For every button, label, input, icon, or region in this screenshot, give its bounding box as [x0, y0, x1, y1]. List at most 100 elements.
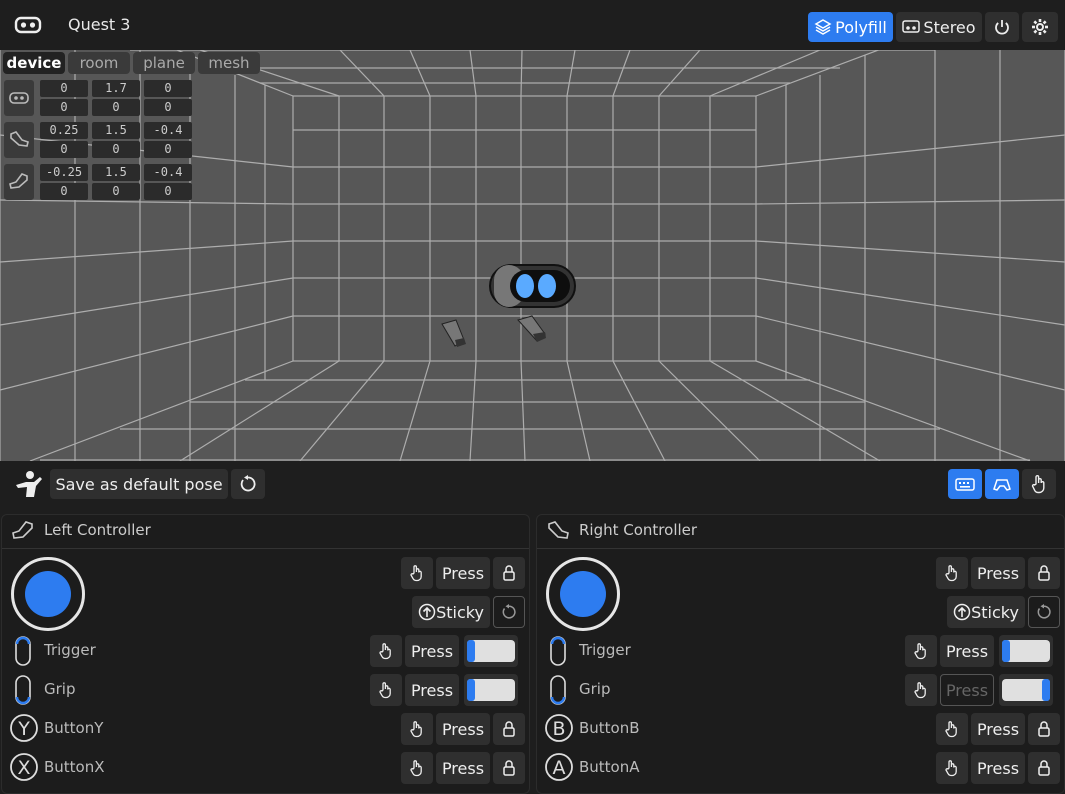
touch-button[interactable]	[401, 557, 433, 589]
press-button[interactable]: Press	[436, 557, 490, 589]
keyboard-mode-button[interactable]	[948, 469, 982, 499]
pose-value[interactable]: 0	[144, 99, 192, 116]
panel-header: Left Controller	[2, 515, 529, 549]
slider-handle[interactable]	[1002, 640, 1010, 662]
press-button[interactable]: Press	[436, 752, 490, 784]
thumbstick[interactable]	[546, 557, 620, 631]
sticky-label: Sticky	[436, 602, 484, 622]
sticky-button[interactable]: Sticky	[412, 596, 490, 628]
lock-button[interactable]	[493, 713, 525, 745]
power-button[interactable]	[985, 12, 1019, 42]
pose-value[interactable]: 0.25	[40, 122, 88, 139]
pose-value[interactable]: -0.4	[144, 164, 192, 181]
left-controller-icon	[12, 521, 33, 539]
pose-value[interactable]: -0.25	[40, 164, 88, 181]
panel-header: Right Controller	[537, 515, 1064, 549]
stereo-icon	[902, 20, 921, 33]
polyfill-button[interactable]: Polyfill	[808, 12, 893, 42]
pose-value[interactable]: 0	[144, 141, 192, 158]
press-button[interactable]: Press	[971, 557, 1025, 589]
lock-button[interactable]	[1028, 713, 1060, 745]
trigger-slider[interactable]	[464, 635, 518, 667]
pose-value[interactable]: 1.7	[92, 80, 140, 97]
headset-icon	[14, 16, 42, 34]
pose-value[interactable]: -0.4	[144, 122, 192, 139]
touch-button[interactable]	[936, 752, 968, 784]
stereo-button[interactable]: Stereo	[896, 12, 982, 42]
save-default-pose-button[interactable]: Save as default pose	[50, 469, 228, 499]
right-controller-panel: Right Controller Press Sticky Trigger Pr…	[536, 514, 1065, 794]
reset-stick-button[interactable]	[493, 596, 525, 628]
pose-value[interactable]: 1.5	[92, 122, 140, 139]
touch-button[interactable]	[370, 635, 402, 667]
left-controller-model[interactable]	[441, 319, 466, 347]
pose-value[interactable]: 0	[40, 80, 88, 97]
pose-value[interactable]: 0	[144, 183, 192, 200]
thumbstick-knob[interactable]	[560, 571, 606, 617]
lock-button[interactable]	[1028, 752, 1060, 784]
right-controller-model[interactable]	[517, 315, 546, 342]
slider-track	[1002, 679, 1050, 701]
touch-button[interactable]	[401, 752, 433, 784]
press-button[interactable]: Press	[971, 752, 1025, 784]
reset-pose-button[interactable]	[231, 469, 265, 499]
reset-icon	[240, 475, 256, 492]
3d-viewport[interactable]: device room plane mesh 0 1.7 0 0 0 0 0.2…	[0, 50, 1065, 461]
grip-icon	[550, 675, 566, 705]
controller-mode-button[interactable]	[985, 469, 1019, 499]
hand-mode-button[interactable]	[1022, 469, 1056, 499]
press-button[interactable]: Press	[940, 635, 994, 667]
grip-slider[interactable]	[999, 674, 1053, 706]
headset-model[interactable]	[489, 264, 576, 308]
press-button[interactable]: Press	[971, 713, 1025, 745]
press-button[interactable]: Press	[405, 674, 459, 706]
lock-icon	[503, 760, 515, 776]
touch-icon	[379, 643, 391, 660]
pose-value[interactable]: 0	[92, 183, 140, 200]
pose-value[interactable]: 1.5	[92, 164, 140, 181]
lock-button[interactable]	[493, 557, 525, 589]
tab-mesh[interactable]: mesh	[198, 52, 260, 74]
lock-button[interactable]	[493, 752, 525, 784]
thumbstick-knob[interactable]	[25, 571, 71, 617]
button-letter: A	[553, 757, 566, 779]
pose-value[interactable]: 0	[92, 99, 140, 116]
press-button[interactable]: Press	[940, 674, 994, 706]
pose-value[interactable]: 0	[40, 141, 88, 158]
pose-value[interactable]: 0	[40, 99, 88, 116]
grip-label: Grip	[44, 680, 76, 698]
settings-button[interactable]	[1022, 12, 1058, 42]
touch-button[interactable]	[370, 674, 402, 706]
trigger-slider[interactable]	[999, 635, 1053, 667]
pose-value[interactable]: 0	[92, 141, 140, 158]
reset-stick-button[interactable]	[1028, 596, 1060, 628]
touch-icon	[914, 682, 926, 699]
slider-handle[interactable]	[467, 679, 475, 701]
touch-icon	[914, 643, 926, 660]
touch-button[interactable]	[905, 635, 937, 667]
lock-icon	[503, 721, 515, 737]
button-y-icon: Y	[10, 714, 38, 742]
grip-icon	[15, 675, 31, 705]
touch-button[interactable]	[401, 713, 433, 745]
grip-slider[interactable]	[464, 674, 518, 706]
pose-value[interactable]: 0	[144, 80, 192, 97]
touch-button[interactable]	[936, 713, 968, 745]
tab-plane[interactable]: plane	[133, 52, 195, 74]
press-button[interactable]: Press	[405, 635, 459, 667]
pose-value[interactable]: 0	[40, 183, 88, 200]
press-button[interactable]: Press	[436, 713, 490, 745]
button-letter: B	[552, 718, 565, 740]
button-y-label: ButtonY	[44, 719, 104, 737]
sticky-button[interactable]: Sticky	[947, 596, 1025, 628]
tab-device[interactable]: device	[3, 52, 65, 74]
tab-room[interactable]: room	[68, 52, 130, 74]
touch-button[interactable]	[905, 674, 937, 706]
touch-button[interactable]	[936, 557, 968, 589]
slider-handle[interactable]	[467, 640, 475, 662]
thumbstick[interactable]	[11, 557, 85, 631]
slider-handle[interactable]	[1042, 679, 1050, 701]
button-a-label: ButtonA	[579, 758, 640, 776]
lock-button[interactable]	[1028, 557, 1060, 589]
trigger-label: Trigger	[579, 641, 631, 659]
